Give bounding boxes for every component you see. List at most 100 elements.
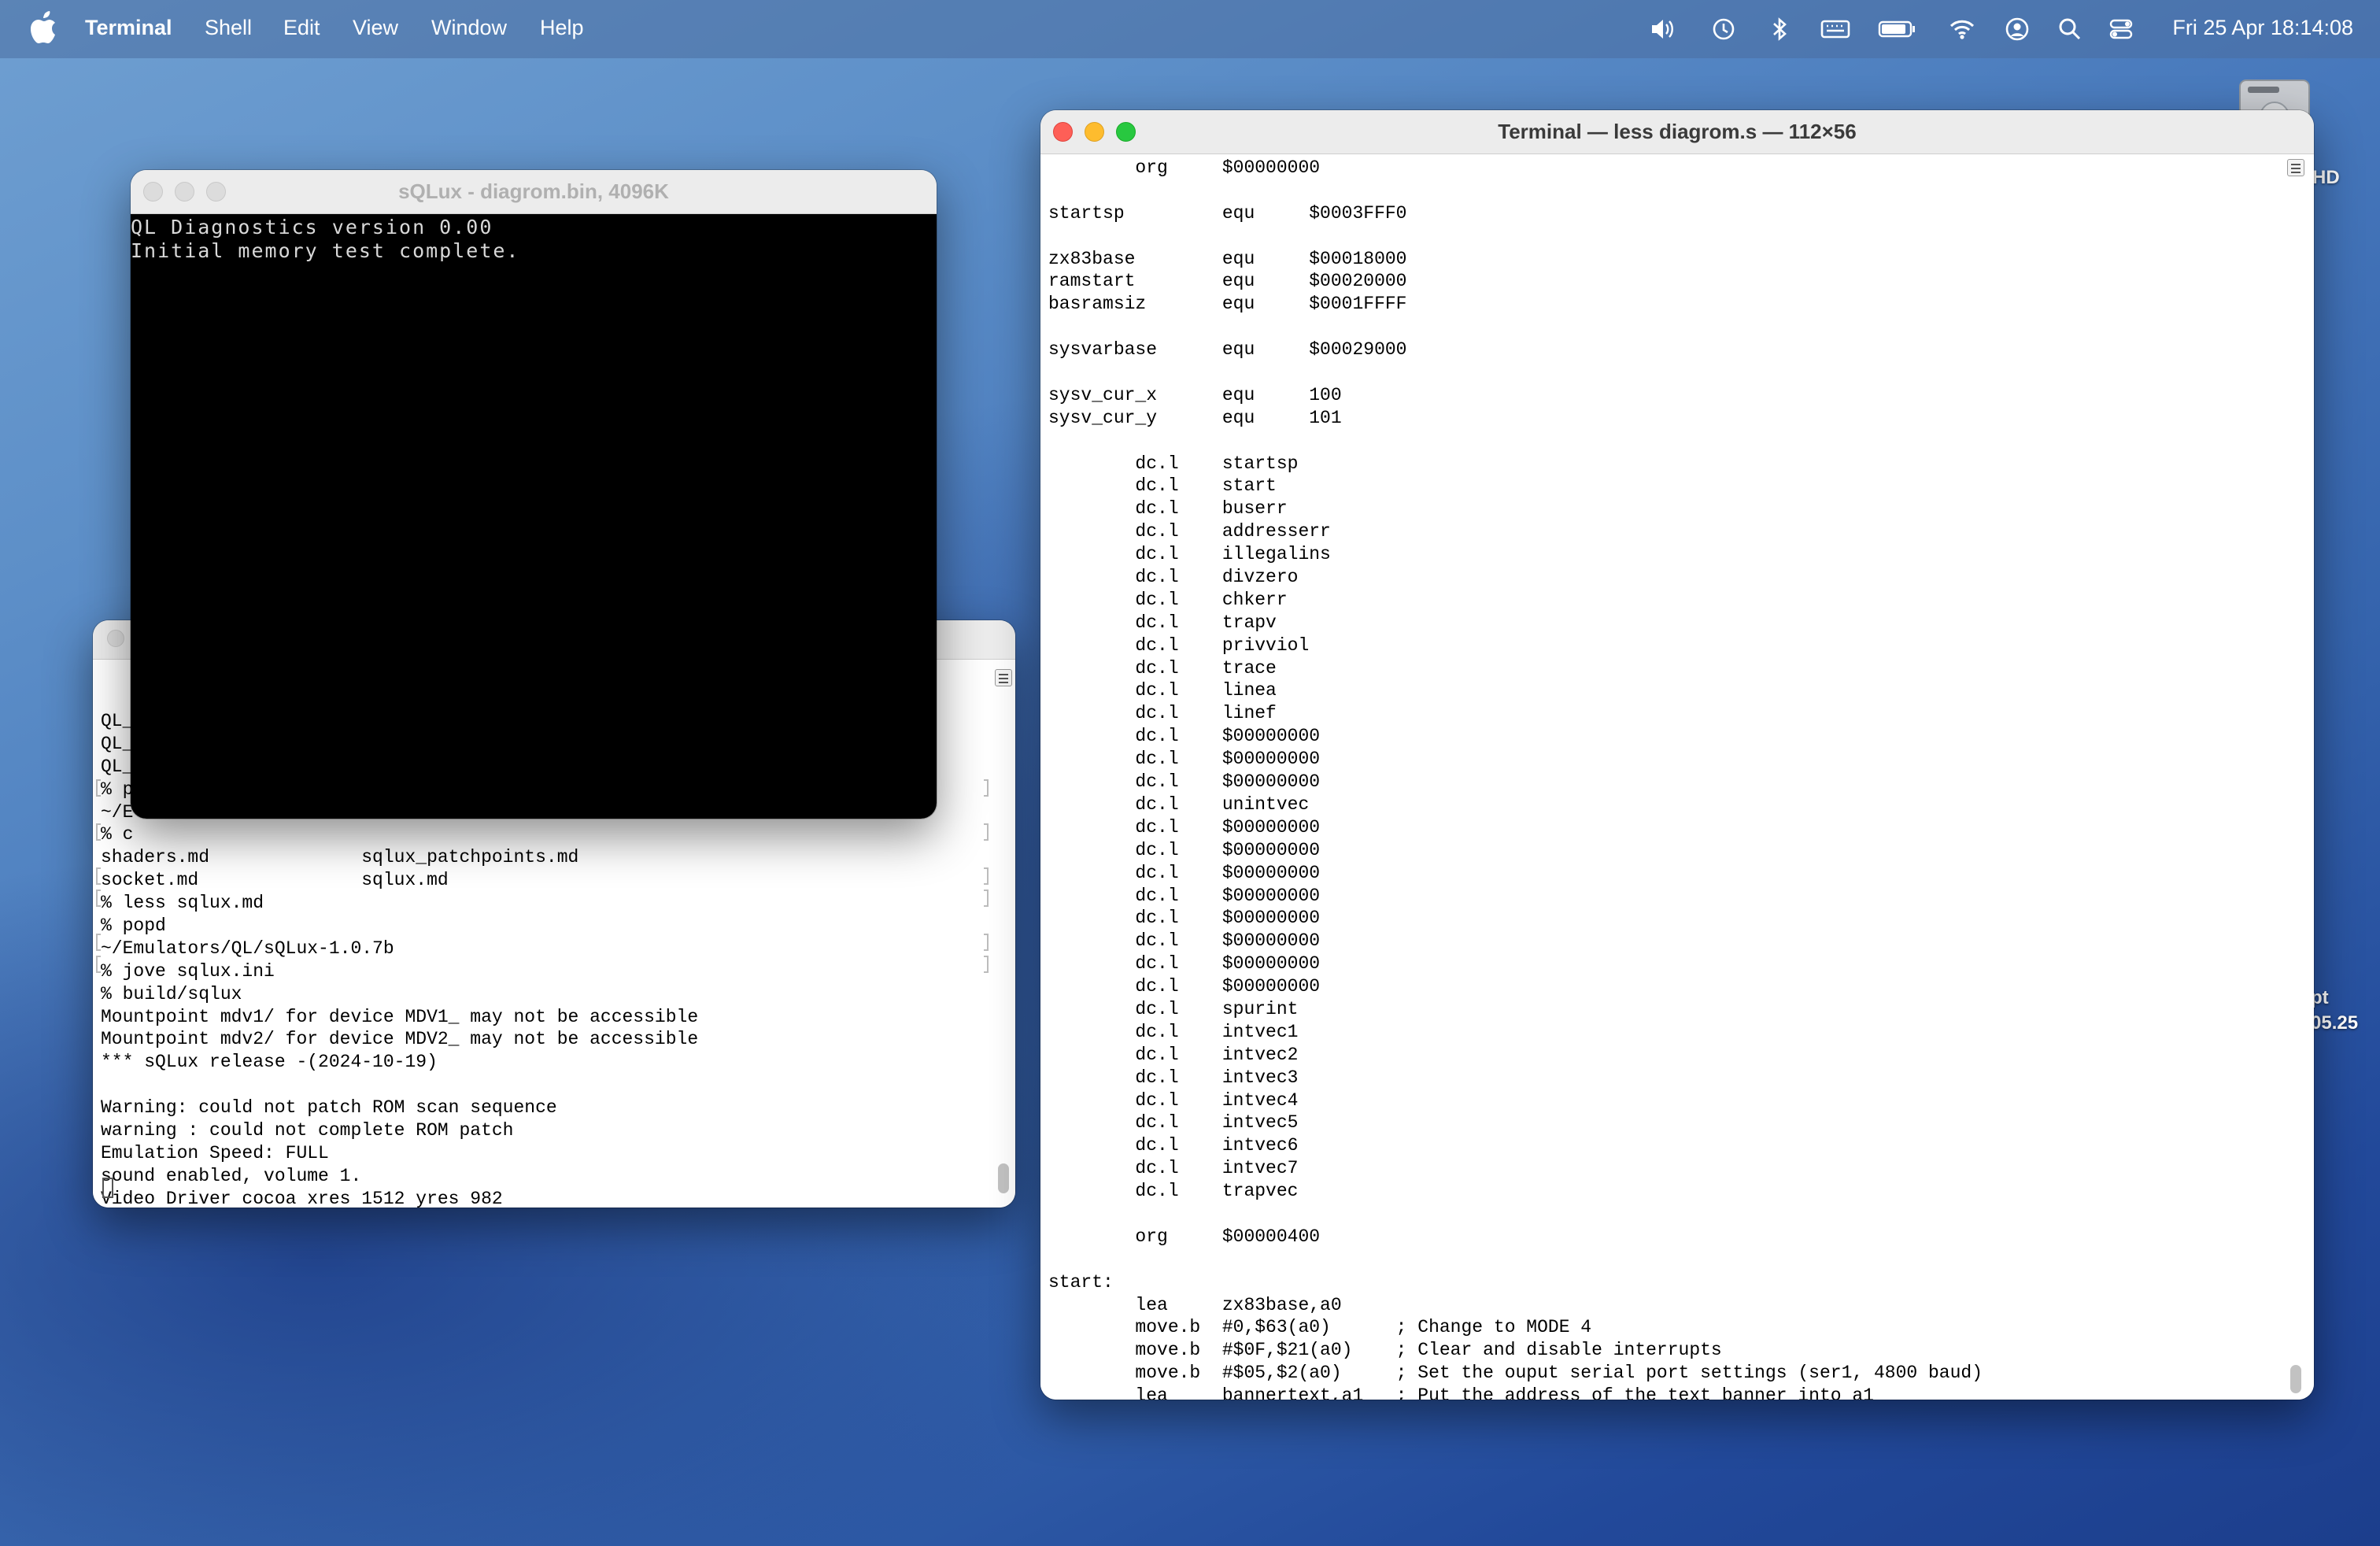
- less-file-view: org $00000000 startsp equ $0003FFF0 zx83ba…: [1048, 157, 1983, 1400]
- control-center-icon[interactable]: [2108, 16, 2134, 43]
- source-line: [1048, 430, 1983, 453]
- mark-bracket: [96, 823, 101, 841]
- scroll-marks-button[interactable]: [2287, 159, 2304, 176]
- source-line: [1048, 225, 1983, 248]
- source-line: dc.l addresserr: [1048, 521, 1331, 542]
- terminal-line: % c: [101, 824, 134, 845]
- ql-line: QL Diagnostics version 0.00: [131, 216, 493, 239]
- menu-window[interactable]: Window: [431, 16, 507, 40]
- terminal-window-main[interactable]: Terminal — less diagrom.s — 112×56 org $…: [1040, 110, 2314, 1400]
- source-line: dc.l $00000000: [1048, 839, 1321, 860]
- bluetooth-icon[interactable]: [1766, 16, 1793, 43]
- source-line: dc.l linef: [1048, 703, 1277, 724]
- menu-bar: Terminal Shell Edit View Window Help Fri…: [0, 0, 2380, 58]
- terminal-line: ~/Emulators/QL/sQLux-1.0.7b: [101, 938, 394, 959]
- terminal-line: Mountpoint mdv2/ for device MDV2_ may no…: [101, 1029, 699, 1050]
- mark-bracket: [96, 934, 101, 951]
- titlebar-main[interactable]: Terminal — less diagrom.s — 112×56: [1040, 110, 2314, 154]
- source-line: dc.l intvec1: [1048, 1021, 1299, 1042]
- apple-menu-icon[interactable]: [30, 11, 57, 44]
- source-line: zx83base equ $00018000: [1048, 248, 1407, 269]
- source-line: dc.l $00000000: [1048, 930, 1321, 952]
- source-line: dc.l chkerr: [1048, 589, 1288, 610]
- source-line: [1048, 1248, 1983, 1271]
- source-line: [1048, 316, 1983, 338]
- source-line: dc.l trace: [1048, 657, 1277, 679]
- source-line: dc.l buserr: [1048, 498, 1288, 520]
- source-line: dc.l intvec6: [1048, 1135, 1299, 1156]
- mark-bracket: [96, 890, 101, 907]
- user-icon[interactable]: [2004, 16, 2031, 43]
- mark-bracket: [96, 779, 101, 797]
- source-line: dc.l startsp: [1048, 453, 1299, 474]
- source-line: dc.l $00000000: [1048, 726, 1321, 747]
- source-line: [1048, 1203, 1983, 1226]
- terminal-line: shaders.md sqlux_patchpoints.md: [101, 847, 579, 868]
- source-line: dc.l intvec4: [1048, 1089, 1299, 1111]
- wifi-icon[interactable]: [1948, 16, 1976, 43]
- mark-bracket: [984, 934, 989, 951]
- source-line: dc.l $00000000: [1048, 816, 1321, 838]
- battery-icon[interactable]: [1877, 16, 1918, 43]
- menu-edit[interactable]: Edit: [283, 16, 320, 40]
- ql-emulator-screen[interactable]: QL Diagnostics version 0.00 Initial memor…: [131, 214, 937, 819]
- keyboard-icon[interactable]: [1820, 16, 1851, 43]
- terminal-line: socket.md sqlux.md: [101, 870, 449, 891]
- terminal-line: % jove sqlux.ini: [101, 960, 275, 982]
- sqlux-window-title: sQLux - diagrom.bin, 4096K: [398, 179, 669, 203]
- terminal-line: Emulation Speed: FULL: [101, 1142, 329, 1163]
- titlebar-sqlux[interactable]: sQLux - diagrom.bin, 4096K: [131, 170, 937, 214]
- source-line: dc.l $00000000: [1048, 749, 1321, 770]
- menu-view[interactable]: View: [353, 16, 398, 40]
- spotlight-icon[interactable]: [2057, 16, 2083, 43]
- source-line: dc.l intvec3: [1048, 1067, 1299, 1088]
- source-line: ramstart equ $00020000: [1048, 271, 1407, 292]
- ql-line: Initial memory test complete.: [131, 239, 520, 262]
- desktop-label-date: 05.25: [2311, 1012, 2359, 1034]
- source-line: move.b #$05,$2(a0) ; Set the ouput seria…: [1048, 1363, 1983, 1384]
- terminal-line: *** sQLux release -(2024-10-19): [101, 1052, 438, 1073]
- source-line: [1048, 361, 1983, 384]
- menu-shell[interactable]: Shell: [205, 16, 252, 40]
- scrollbar-thumb[interactable]: [2290, 1365, 2301, 1393]
- source-line: lea bannertext,a1 ; Put the address of t…: [1048, 1385, 1874, 1400]
- desktop-label-hd: HD: [2312, 167, 2340, 188]
- source-line: startsp equ $0003FFF0: [1048, 202, 1407, 224]
- source-line: dc.l $00000000: [1048, 771, 1321, 793]
- source-line: dc.l intvec5: [1048, 1112, 1299, 1134]
- scrollbar-thumb[interactable]: [998, 1163, 1009, 1193]
- source-line: dc.l linea: [1048, 680, 1277, 701]
- source-line: sysv_cur_x equ 100: [1048, 384, 1342, 405]
- terminal-line: % less sqlux.md: [101, 893, 264, 914]
- sqlux-window[interactable]: sQLux - diagrom.bin, 4096K QL Diagnostic…: [131, 170, 937, 819]
- mark-bracket: [984, 867, 989, 885]
- mark-bracket: [96, 867, 101, 885]
- source-line: dc.l illegalins: [1048, 544, 1331, 565]
- scroll-marks-button[interactable]: [995, 669, 1012, 686]
- source-line: dc.l trapv: [1048, 612, 1277, 633]
- source-line: dc.l intvec7: [1048, 1158, 1299, 1179]
- source-line: dc.l $00000000: [1048, 862, 1321, 883]
- source-line: dc.l trapvec: [1048, 1181, 1299, 1202]
- source-line: org $00000000: [1048, 157, 1321, 178]
- terminal-line: sound enabled, volume 1.: [101, 1165, 362, 1186]
- volume-icon[interactable]: [1650, 16, 1676, 43]
- close-button-inactive[interactable]: [107, 630, 124, 647]
- terminal-line: warning : could not complete ROM patch: [101, 1120, 514, 1141]
- terminal-cursor: [102, 1178, 113, 1198]
- terminal-line: % build/sqlux: [101, 983, 242, 1004]
- source-line: dc.l spurint: [1048, 998, 1299, 1019]
- menu-clock[interactable]: Fri 25 Apr 18:14:08: [2172, 16, 2353, 40]
- terminal-line: Mountpoint mdv1/ for device MDV1_ may no…: [101, 1006, 699, 1027]
- source-line: dc.l divzero: [1048, 567, 1299, 588]
- mark-bracket: [984, 779, 989, 797]
- menu-app-name[interactable]: Terminal: [85, 16, 172, 40]
- menu-help[interactable]: Help: [540, 16, 584, 40]
- terminal-line: % popd: [101, 915, 166, 937]
- time-machine-icon[interactable]: [1710, 16, 1737, 43]
- terminal-main-content[interactable]: org $00000000 startsp equ $0003FFF0 zx83ba…: [1040, 154, 2314, 1400]
- source-line: move.b #$0F,$21(a0) ; Clear and disable …: [1048, 1340, 1722, 1361]
- ql-screen-text: QL Diagnostics version 0.00 Initial memor…: [131, 216, 520, 263]
- source-line: dc.l $00000000: [1048, 953, 1321, 975]
